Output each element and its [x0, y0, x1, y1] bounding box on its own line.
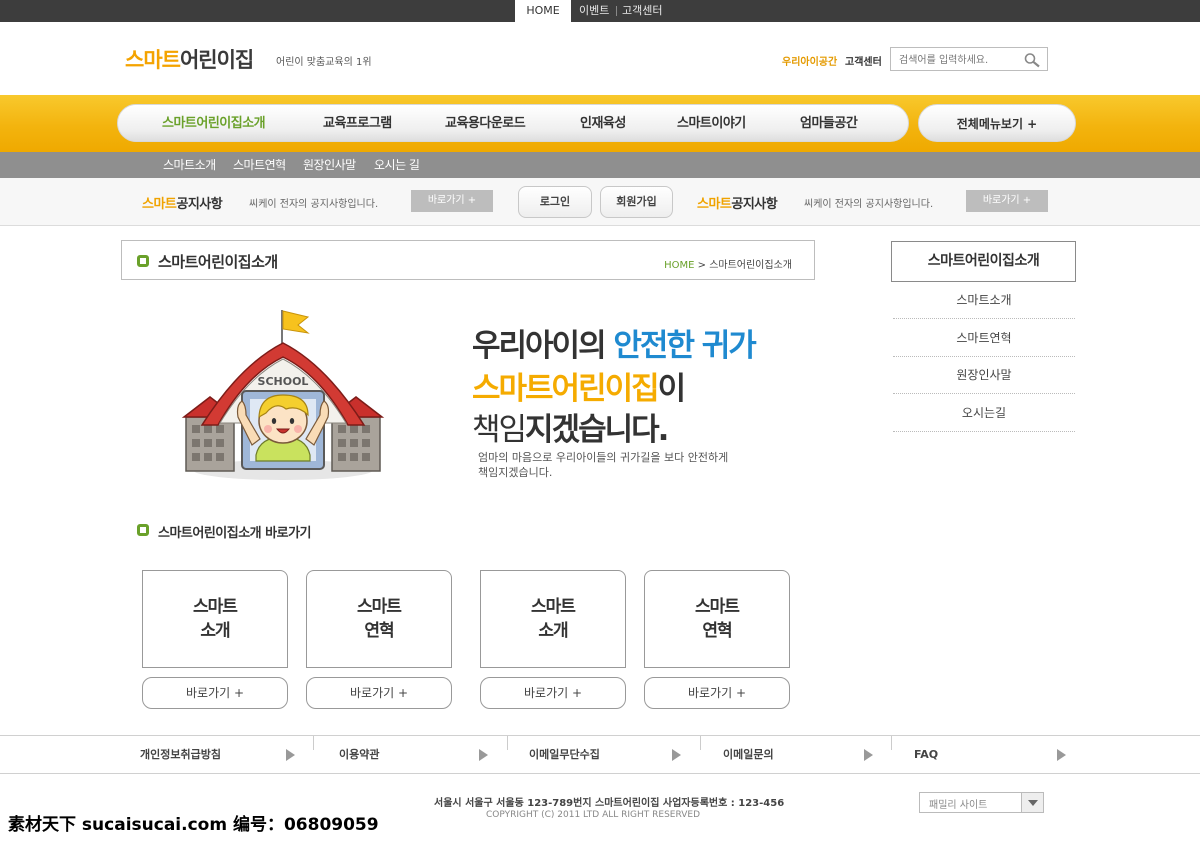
nav-item-intro[interactable]: 스마트어린이집소개 — [162, 105, 266, 143]
all-menu-button[interactable]: 전체메뉴보기 + — [918, 104, 1076, 142]
hero-description: 엄마의 마음으로 우리아이들의 귀가길을 보다 안전하게 책임지겠습니다. — [478, 451, 729, 479]
hero-headline-line2: 스마트어린이집이 — [472, 371, 686, 407]
svg-text:SCHOOL: SCHOOL — [258, 375, 309, 388]
footer-separator — [507, 736, 508, 750]
shortcut-card-intro-2: 스마트 소개 — [480, 570, 626, 668]
footer-link-faq[interactable]: FAQ — [914, 736, 938, 773]
breadcrumb: HOME > 스마트어린이집소개 — [664, 256, 792, 271]
subnav-item-history[interactable]: 스마트연혁 — [233, 152, 286, 178]
notice-go-button-right[interactable]: 바로가기 + — [966, 190, 1048, 212]
notice-text-right: 씨케이 전자의 공지사항입니다. — [804, 199, 934, 210]
notice-title-left: 스마트공지사항 — [142, 197, 223, 212]
top-bar: HOME 이벤트 고객센터 — [0, 0, 1200, 22]
footer-link-privacy[interactable]: 개인정보취급방침 — [140, 736, 221, 773]
footer-copyright: COPYRIGHT (C) 2011 LTD ALL RIGHT RESERVE… — [486, 810, 701, 820]
watermark-text: 素材天下 sucaisucai.com 编号：06809059 — [8, 815, 379, 835]
footer-separator — [700, 736, 701, 750]
search-box — [890, 47, 1048, 72]
page-heading: 스마트어린이집소개 HOME > 스마트어린이집소개 — [121, 240, 815, 280]
shortcut-go-button-3[interactable]: 바로가기 + — [480, 677, 626, 709]
search-input[interactable] — [891, 49, 1015, 72]
footer-address: 서울시 서울구 서울동 123-789번지 스마트어린이집 사업자등록번호 : … — [434, 798, 785, 809]
side-menu-title: 스마트어린이집소개 — [891, 241, 1076, 282]
side-item-directions[interactable]: 오시는길 — [893, 395, 1075, 432]
header-link-support[interactable]: 고객센터 — [845, 53, 882, 68]
top-separator — [616, 6, 617, 16]
join-button[interactable]: 회원가입 — [600, 186, 673, 218]
hero-headline-line1: 우리아이의 안전한 귀가 — [472, 328, 757, 364]
side-item-intro[interactable]: 스마트소개 — [893, 282, 1075, 319]
shortcut-card-intro-1: 스마트 소개 — [142, 570, 288, 668]
tagline: 어린이 맞춤교육의 1위 — [276, 57, 372, 68]
shortcut-card-history-1: 스마트 연혁 — [306, 570, 452, 668]
shortcut-go-button-4[interactable]: 바로가기 + — [644, 677, 790, 709]
top-support-link[interactable]: 고객센터 — [622, 0, 662, 22]
footer-arrow-icon — [864, 749, 873, 761]
main-nav: 스마트어린이집소개 교육프로그램 교육용다운로드 인재육성 스마트이야기 엄마들… — [117, 104, 909, 142]
subnav-item-intro[interactable]: 스마트소개 — [163, 152, 216, 178]
nav-item-talent[interactable]: 인재육성 — [580, 105, 626, 143]
footer-separator — [313, 736, 314, 750]
heading-bullet-icon — [137, 255, 149, 267]
subnav-item-greeting[interactable]: 원장인사말 — [303, 152, 356, 178]
shortcut-card-history-2: 스마트 연혁 — [644, 570, 790, 668]
footer-arrow-icon — [672, 749, 681, 761]
notice-go-button-left[interactable]: 바로가기 + — [411, 190, 493, 212]
footer-arrow-icon — [1057, 749, 1066, 761]
breadcrumb-chevron-icon: > — [697, 260, 710, 271]
site-logo[interactable]: 스마트어린이집 — [125, 44, 254, 74]
footer-arrow-icon — [286, 749, 295, 761]
footer-separator — [891, 736, 892, 750]
section-bullet-icon — [137, 524, 149, 536]
notice-text-left: 씨케이 전자의 공지사항입니다. — [249, 199, 379, 210]
school-illustration: SCHOOL — [181, 310, 385, 480]
footer-link-email-inquiry[interactable]: 이메일문의 — [723, 736, 774, 773]
breadcrumb-home[interactable]: HOME — [664, 260, 694, 271]
login-button[interactable]: 로그인 — [518, 186, 592, 218]
family-site-select[interactable]: 패밀리 사이트 — [919, 792, 1044, 813]
header-link-kids-space[interactable]: 우리아이공간 — [782, 53, 837, 68]
side-item-greeting[interactable]: 원장인사말 — [893, 357, 1075, 394]
side-item-history[interactable]: 스마트연혁 — [893, 320, 1075, 357]
breadcrumb-current: 스마트어린이집소개 — [709, 260, 792, 271]
page-title: 스마트어린이집소개 — [158, 253, 278, 271]
chevron-down-icon[interactable] — [1021, 793, 1043, 812]
shortcut-go-button-2[interactable]: 바로가기 + — [306, 677, 452, 709]
shortcut-go-button-1[interactable]: 바로가기 + — [142, 677, 288, 709]
shortcut-section-title: 스마트어린이집소개 바로가기 — [158, 526, 312, 541]
footer-link-terms[interactable]: 이용약관 — [339, 736, 379, 773]
search-icon[interactable] — [1023, 52, 1041, 68]
subnav-item-directions[interactable]: 오시는 길 — [374, 152, 420, 178]
nav-item-moms[interactable]: 엄마들공간 — [800, 105, 858, 143]
nav-item-downloads[interactable]: 교육용다운로드 — [445, 105, 526, 143]
nav-item-programs[interactable]: 교육프로그램 — [323, 105, 392, 143]
hero-headline-line3: 책임지겠습니다. — [472, 412, 669, 448]
nav-item-story[interactable]: 스마트이야기 — [677, 105, 746, 143]
notice-title-right: 스마트공지사항 — [697, 197, 778, 212]
top-home-link[interactable]: HOME — [515, 0, 571, 22]
footer-link-email-policy[interactable]: 이메일무단수집 — [529, 736, 600, 773]
footer-arrow-icon — [479, 749, 488, 761]
top-events-link[interactable]: 이벤트 — [579, 0, 609, 22]
